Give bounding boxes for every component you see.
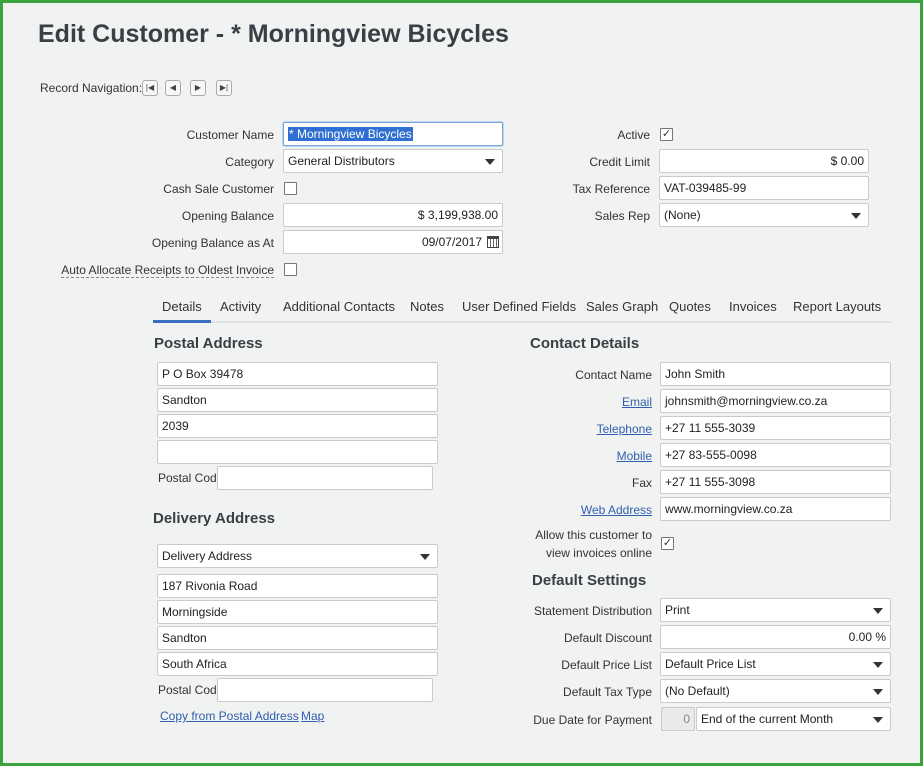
customer-name-label: Customer Name	[186, 128, 274, 142]
default-price-list-label: Default Price List	[561, 658, 652, 672]
due-date-label: Due Date for Payment	[533, 713, 652, 727]
credit-limit-input[interactable]: $ 0.00	[659, 149, 869, 173]
credit-limit-label: Credit Limit	[589, 155, 650, 169]
telephone-link[interactable]: Telephone	[597, 422, 652, 436]
allow-online-label-line1: Allow this customer to	[535, 528, 652, 542]
cash-sale-label: Cash Sale Customer	[163, 182, 274, 196]
default-tax-type-select[interactable]: (No Default)	[660, 679, 891, 703]
web-address-label[interactable]: Web Address	[520, 503, 652, 517]
default-discount-input[interactable]: 0.00 %	[660, 625, 891, 649]
active-label: Active	[617, 128, 650, 142]
postal-code-label: Postal Code	[158, 471, 224, 485]
delivery-postal-code-label: Postal Code	[158, 683, 224, 697]
opening-balance-label: Opening Balance	[181, 209, 274, 223]
customer-name-value: * Morningview Bicycles	[288, 127, 413, 141]
email-input[interactable]: johnsmith@morningview.co.za	[660, 389, 891, 413]
default-settings-heading: Default Settings	[532, 572, 647, 589]
auto-allocate-label-text: Auto Allocate Receipts to Oldest Invoice	[61, 263, 274, 278]
tab-details[interactable]: Details	[162, 299, 202, 314]
tax-reference-label: Tax Reference	[572, 182, 650, 196]
web-address-link[interactable]: Web Address	[581, 503, 652, 517]
telephone-input[interactable]: +27 11 555-3039	[660, 416, 891, 440]
opening-balance-as-at-value: 09/07/2017	[421, 235, 482, 249]
delivery-line4-input[interactable]: South Africa	[157, 652, 438, 676]
fax-label: Fax	[631, 476, 652, 490]
auto-allocate-label: Auto Allocate Receipts to Oldest Invoice	[40, 263, 274, 278]
delivery-address-heading: Delivery Address	[153, 510, 276, 527]
delivery-address-select[interactable]: Delivery Address	[157, 544, 438, 568]
active-tab-indicator	[153, 320, 211, 323]
contact-name-input[interactable]: John Smith	[660, 362, 891, 386]
sales-rep-select[interactable]: (None)	[659, 203, 869, 227]
opening-balance-input[interactable]: $ 3,199,938.00	[283, 203, 503, 227]
tab-notes[interactable]: Notes	[410, 299, 444, 314]
postal-code-input[interactable]	[217, 466, 433, 490]
delivery-line3-input[interactable]: Sandton	[157, 626, 438, 650]
default-discount-label: Default Discount	[563, 631, 652, 645]
calendar-icon[interactable]	[487, 236, 499, 248]
delivery-line1-input[interactable]: 187 Rivonia Road	[157, 574, 438, 598]
next-record-button[interactable]: ▶	[190, 80, 206, 96]
customer-name-input[interactable]: * Morningview Bicycles	[283, 122, 503, 146]
first-record-button[interactable]: |◀	[142, 80, 158, 96]
email-label[interactable]: Email	[520, 395, 652, 409]
statement-distribution-label: Statement Distribution	[533, 604, 652, 618]
delivery-postal-code-input[interactable]	[217, 678, 433, 702]
postal-line4-input[interactable]	[157, 440, 438, 464]
allow-online-label-line2: view invoices online	[545, 546, 652, 560]
postal-line3-input[interactable]: 2039	[157, 414, 438, 438]
copy-from-postal-link[interactable]: Copy from Postal Address	[160, 709, 299, 723]
tab-additional-contacts[interactable]: Additional Contacts	[283, 299, 395, 314]
cash-sale-checkbox[interactable]	[284, 182, 297, 195]
default-tax-type-label: Default Tax Type	[563, 685, 652, 699]
tab-bar-divider	[153, 321, 892, 323]
fax-input[interactable]: +27 11 555-3098	[660, 470, 891, 494]
contact-name-label: Contact Name	[575, 368, 652, 382]
postal-line2-input[interactable]: Sandton	[157, 388, 438, 412]
tab-activity[interactable]: Activity	[220, 299, 261, 314]
telephone-label[interactable]: Telephone	[520, 422, 652, 436]
category-select[interactable]: General Distributors	[283, 149, 503, 173]
mobile-input[interactable]: +27 83-555-0098	[660, 443, 891, 467]
email-link[interactable]: Email	[622, 395, 652, 409]
previous-record-button[interactable]: ◀	[165, 80, 181, 96]
map-link[interactable]: Map	[301, 709, 324, 723]
postal-line1-input[interactable]: P O Box 39478	[157, 362, 438, 386]
tab-report-layouts[interactable]: Report Layouts	[793, 299, 881, 314]
last-record-button[interactable]: ▶|	[216, 80, 232, 96]
sales-rep-label: Sales Rep	[594, 209, 650, 223]
web-address-input[interactable]: www.morningview.co.za	[660, 497, 891, 521]
tab-invoices[interactable]: Invoices	[729, 299, 777, 314]
default-price-list-select[interactable]: Default Price List	[660, 652, 891, 676]
due-days-input[interactable]: 0	[661, 707, 695, 731]
allow-online-checkbox[interactable]: ✓	[661, 537, 674, 550]
tab-user-defined-fields[interactable]: User Defined Fields	[462, 299, 576, 314]
opening-balance-as-at-input[interactable]: 09/07/2017	[283, 230, 503, 254]
due-date-select[interactable]: End of the current Month	[696, 707, 891, 731]
auto-allocate-checkbox[interactable]	[284, 263, 297, 276]
record-navigation-label: Record Navigation:	[40, 81, 143, 95]
page-title: Edit Customer - * Morningview Bicycles	[38, 20, 509, 48]
opening-balance-as-at-label: Opening Balance as At	[151, 236, 274, 250]
active-checkbox[interactable]: ✓	[660, 128, 673, 141]
category-label: Category	[225, 155, 274, 169]
tab-sales-graph[interactable]: Sales Graph	[586, 299, 658, 314]
tab-quotes[interactable]: Quotes	[669, 299, 711, 314]
mobile-link[interactable]: Mobile	[617, 449, 652, 463]
contact-details-heading: Contact Details	[530, 335, 640, 352]
delivery-line2-input[interactable]: Morningside	[157, 600, 438, 624]
mobile-label[interactable]: Mobile	[520, 449, 652, 463]
tax-reference-input[interactable]: VAT-039485-99	[659, 176, 869, 200]
statement-distribution-select[interactable]: Print	[660, 598, 891, 622]
postal-address-heading: Postal Address	[154, 335, 263, 352]
